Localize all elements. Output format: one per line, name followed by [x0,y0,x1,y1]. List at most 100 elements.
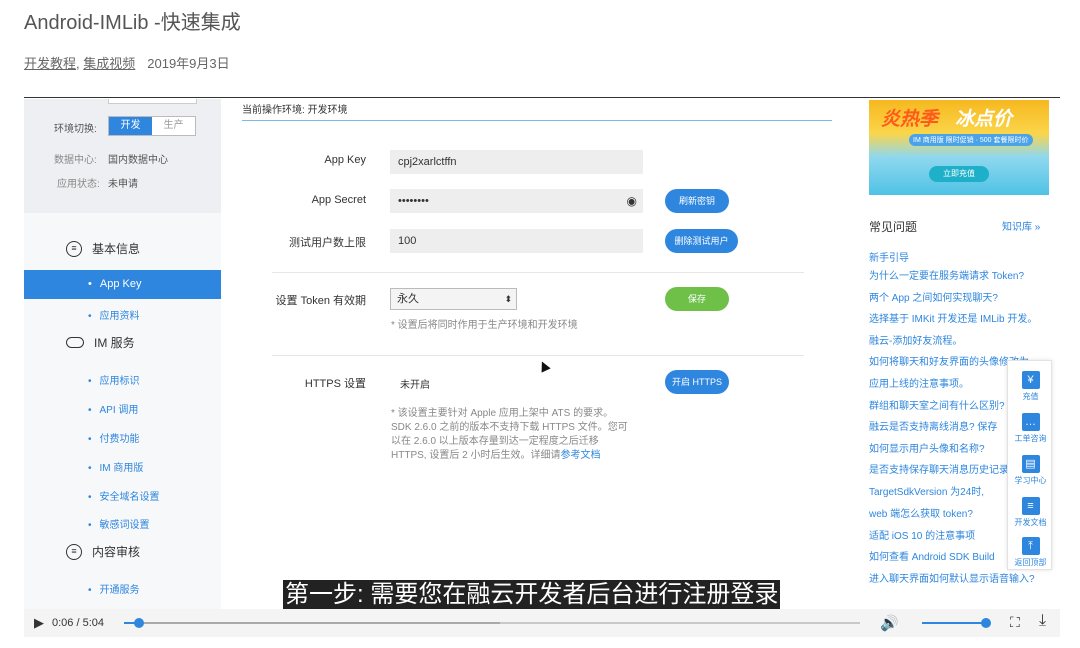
faq-item[interactable]: 如何显示用户头像和名称? [869,440,985,455]
faq-item[interactable]: 融云是否支持离线消息? 保存 [869,418,997,433]
status-label: 应用状态: [57,179,100,190]
fullscreen-icon[interactable]: ⛶ [1010,614,1020,631]
app-key-label: App Key [324,154,366,166]
divider [242,120,832,121]
sidebar-item-im-commercial[interactable]: IM 商用版 [88,459,144,474]
category-link-tutorial[interactable]: 开发教程 [24,56,76,71]
faq-item[interactable]: TargetSdkVersion 为24时, [869,483,984,498]
audit-icon: ≡ [66,543,82,560]
faq-item[interactable]: 新手引导 [869,249,909,264]
app-key-field[interactable]: cpj2xarlctffn [390,150,643,174]
faq-item[interactable]: 是否支持保存聊天消息历史记录 [869,461,1009,476]
env-switch[interactable]: 开发 生产 [108,116,196,136]
sidebar-item-api[interactable]: API 调用 [88,401,139,416]
promo-banner[interactable]: 炎热季 冰点价 IM 商用版 限时促销 · 500 套餐限时价 立即充值 [869,100,1049,195]
floating-toolbar: ¥ 充值 … 工单咨询 ▤ 学习中心 ≡ 开发文档 ⤒ 返回顶部 [1007,360,1052,570]
banner-sub: IM 商用版 限时促销 · 500 套餐限时价 [909,134,1033,146]
faq-item[interactable]: 如何查看 Android SDK Build [869,548,995,563]
doc-icon: ≡ [1021,497,1040,515]
token-expiry-select[interactable]: 永久 ⬍ [390,288,517,310]
video-controls: ▶ 0:06 / 5:04 🔊 ⛶ ⤓ [24,609,1060,637]
status-value: 未申请 [108,179,138,190]
app-secret-value: •••••••• [398,195,429,207]
faq-item[interactable]: 选择基于 IMKit 开发还是 IMLib 开发。 [869,310,1037,325]
env-prod-option[interactable]: 生产 [152,117,195,135]
select-stub [108,99,197,104]
article-date: 2019年9月3日 [147,56,230,71]
banner-title-a: 炎热季 [881,109,939,130]
volume-icon[interactable]: 🔊 [880,614,899,632]
banner-cta-button[interactable]: 立即充值 [929,166,989,182]
sidebar-item-open-service[interactable]: 开通服务 [88,581,140,596]
chat-icon: … [1021,413,1040,431]
faq-title: 常见问题 [869,220,918,234]
faq-item[interactable]: 两个 App 之间如何实现聊天? [869,289,998,304]
faq-item[interactable]: 应用上线的注意事项。 [869,375,969,390]
dev-docs-button[interactable]: ≡ 开发文档 [1008,497,1053,528]
nav-section-im[interactable]: IM 服务 [66,334,135,351]
video-time: 0:06 / 5:04 [52,617,104,629]
enable-https-button[interactable]: 开启 HTTPS [665,370,729,394]
save-button[interactable]: 保存 [665,287,729,311]
faq-item[interactable]: 如何将聊天和好友界面的头像修改为 [869,353,1029,368]
nav-section-audit[interactable]: ≡ 内容审核 [66,543,140,560]
sidebar-item-app-id[interactable]: 应用标识 [88,372,140,387]
info-icon: ≡ [66,240,82,257]
app-secret-field[interactable]: •••••••• ◉ [390,189,643,213]
datacenter-value: 国内数据中心 [108,155,168,166]
faq-item[interactable]: 群组和聊天室之间有什么区别? [869,397,1005,412]
nav-section-label: IM 服务 [94,336,135,350]
article-title: Android-IMLib -快速集成 [24,12,241,34]
knowledge-base-link[interactable]: 知识库 » [1002,218,1040,233]
download-icon[interactable]: ⤓ [1039,612,1046,630]
banner-title-b: 冰点价 [955,109,1013,130]
sidebar-item-paid[interactable]: 付费功能 [88,430,140,445]
https-label: HTTPS 设置 [304,378,366,390]
video-subtitle: 第一步: 需要您在融云开发者后台进行注册登录 [283,580,781,610]
sidebar-item-app-key[interactable]: App Key [24,270,221,299]
test-users-label: 测试用户数上限 [289,237,366,249]
faq-item[interactable]: 进入聊天界面如何默认显示语音输入? [869,570,1035,585]
faq-item[interactable]: 融云-添加好友流程。 [869,332,962,347]
volume-slider[interactable] [922,622,984,624]
faq-item[interactable]: web 端怎么获取 token? [869,505,973,520]
ticket-button[interactable]: … 工单咨询 [1008,413,1053,444]
test-users-field[interactable]: 100 [390,229,643,253]
chevron-updown-icon: ⬍ [504,294,512,304]
token-label: 设置 Token 有效期 [275,295,366,307]
delete-test-users-button[interactable]: 删除测试用户 [665,229,738,253]
cloud-icon [66,337,84,348]
nav-section-label: 内容审核 [92,545,141,559]
sidebar-item-sensitive-words[interactable]: 敏感词设置 [88,516,150,531]
back-to-top-button[interactable]: ⤒ 返回顶部 [1008,537,1053,568]
https-status: 未开启 [400,380,430,391]
divider [272,355,804,356]
token-expiry-value: 永久 [397,293,419,305]
play-icon[interactable]: ▶ [34,615,44,631]
category-link-video[interactable]: 集成视频 [83,56,135,71]
sidebar-item-app-profile[interactable]: 应用资料 [88,307,140,322]
video-top-border [24,97,1060,98]
env-label: 环境切换: [54,124,97,135]
nav-section-basic[interactable]: ≡ 基本信息 [66,240,140,257]
datacenter-label: 数据中心: [54,155,97,166]
buffer-bar [124,622,500,624]
faq-item[interactable]: 适配 iOS 10 的注意事项 [869,527,975,542]
reference-doc-link[interactable]: 参考文档 [560,450,600,461]
progress-knob[interactable] [134,618,144,628]
nav-section-label: 基本信息 [92,242,141,256]
book-icon: ▤ [1021,455,1040,473]
eye-icon[interactable]: ◉ [627,189,637,213]
sidebar-item-label: App Key [88,278,142,290]
current-env: 当前操作环境: 开发环境 [242,105,348,116]
sidebar-item-domain[interactable]: 安全域名设置 [88,488,160,503]
volume-knob[interactable] [981,618,991,628]
recharge-button[interactable]: ¥ 充值 [1008,371,1053,402]
learning-center-button[interactable]: ▤ 学习中心 [1008,455,1053,486]
article-meta: 开发教程, 集成视频 2019年9月3日 [24,56,230,71]
refresh-secret-button[interactable]: 刷新密钥 [665,189,729,213]
https-hint: * 该设置主要针对 Apple 应用上架中 ATS 的要求。 SDK 2.6.0… [391,408,628,461]
env-dev-option[interactable]: 开发 [109,117,152,135]
token-hint: * 设置后将同时作用于生产环境和开发环境 [391,320,578,331]
faq-item[interactable]: 为什么一定要在服务端请求 Token? [869,267,1024,282]
